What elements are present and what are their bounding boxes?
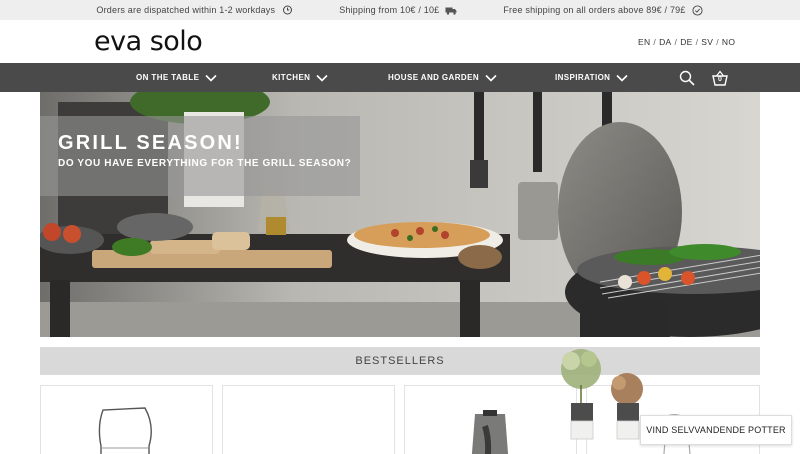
eva-solo-logo[interactable]: eva solo: [94, 28, 203, 56]
lang-separator: /: [716, 37, 719, 47]
info-free-shipping: Free shipping on all orders above 89€ / …: [503, 4, 704, 16]
info-shipping: Shipping from 10€ / 10£: [339, 5, 457, 15]
lang-separator: /: [695, 37, 699, 47]
nav-label: INSPIRATION: [555, 73, 611, 82]
hero-title: GRILL SEASON!: [58, 132, 243, 154]
nav-label: ON THE TABLE: [136, 73, 200, 82]
lang-separator: /: [674, 37, 678, 47]
nav-label: HOUSE AND GARDEN: [388, 73, 479, 82]
hero-banner[interactable]: GRILL SEASON! DO YOU HAVE EVERYTHING FOR…: [40, 92, 760, 337]
nav-house-and-garden[interactable]: HOUSE AND GARDEN: [388, 63, 497, 92]
win-self-watering-pots-button[interactable]: VIND SELVVANDENDE POTTER: [640, 415, 792, 445]
chevron-down-icon: [205, 74, 217, 82]
info-shipping-text: Shipping from 10€ / 10£: [339, 5, 440, 15]
site-header: eva solo EN / DA / DE / SV / NO: [0, 20, 800, 63]
info-dispatch-text: Orders are dispatched within 1-2 workday…: [96, 5, 276, 15]
cart-count: 0: [718, 76, 722, 83]
lang-en[interactable]: EN: [638, 37, 650, 47]
chevron-down-icon: [316, 74, 328, 82]
lang-de[interactable]: DE: [680, 37, 692, 47]
chevron-down-icon: [616, 74, 628, 82]
info-dispatch: Orders are dispatched within 1-2 workday…: [96, 5, 293, 15]
info-free-shipping-text: Free shipping on all orders above 89€ / …: [503, 5, 686, 15]
language-switcher: EN / DA / DE / SV / NO: [638, 37, 735, 47]
search-icon[interactable]: [678, 69, 696, 87]
product-card[interactable]: [40, 385, 213, 454]
truck-icon: [445, 5, 457, 15]
cart-button[interactable]: 0: [711, 69, 729, 87]
main-nav: ON THE TABLE KITCHEN HOUSE AND GARDEN IN…: [0, 63, 800, 92]
info-bar: Orders are dispatched within 1-2 workday…: [0, 0, 800, 20]
lang-sv[interactable]: SV: [701, 37, 713, 47]
lang-separator: /: [653, 37, 657, 47]
wine-glass-image: [98, 407, 152, 454]
nav-inspiration[interactable]: INSPIRATION: [555, 63, 628, 92]
nav-on-the-table[interactable]: ON THE TABLE: [136, 63, 217, 92]
lang-da[interactable]: DA: [659, 37, 671, 47]
check-circle-icon: [692, 4, 704, 16]
hero-caption: GRILL SEASON! DO YOU HAVE EVERYTHING FOR…: [40, 116, 360, 196]
lang-no[interactable]: NO: [722, 37, 735, 47]
coffee-maker-image: [471, 410, 509, 454]
nav-label: KITCHEN: [272, 73, 311, 82]
hero-subtitle: DO YOU HAVE EVERYTHING FOR THE GRILL SEA…: [58, 158, 352, 169]
nav-kitchen[interactable]: KITCHEN: [272, 63, 328, 92]
clock-icon: [281, 5, 293, 15]
chevron-down-icon: [485, 74, 497, 82]
product-card[interactable]: [404, 385, 577, 454]
product-card[interactable]: [222, 385, 395, 454]
